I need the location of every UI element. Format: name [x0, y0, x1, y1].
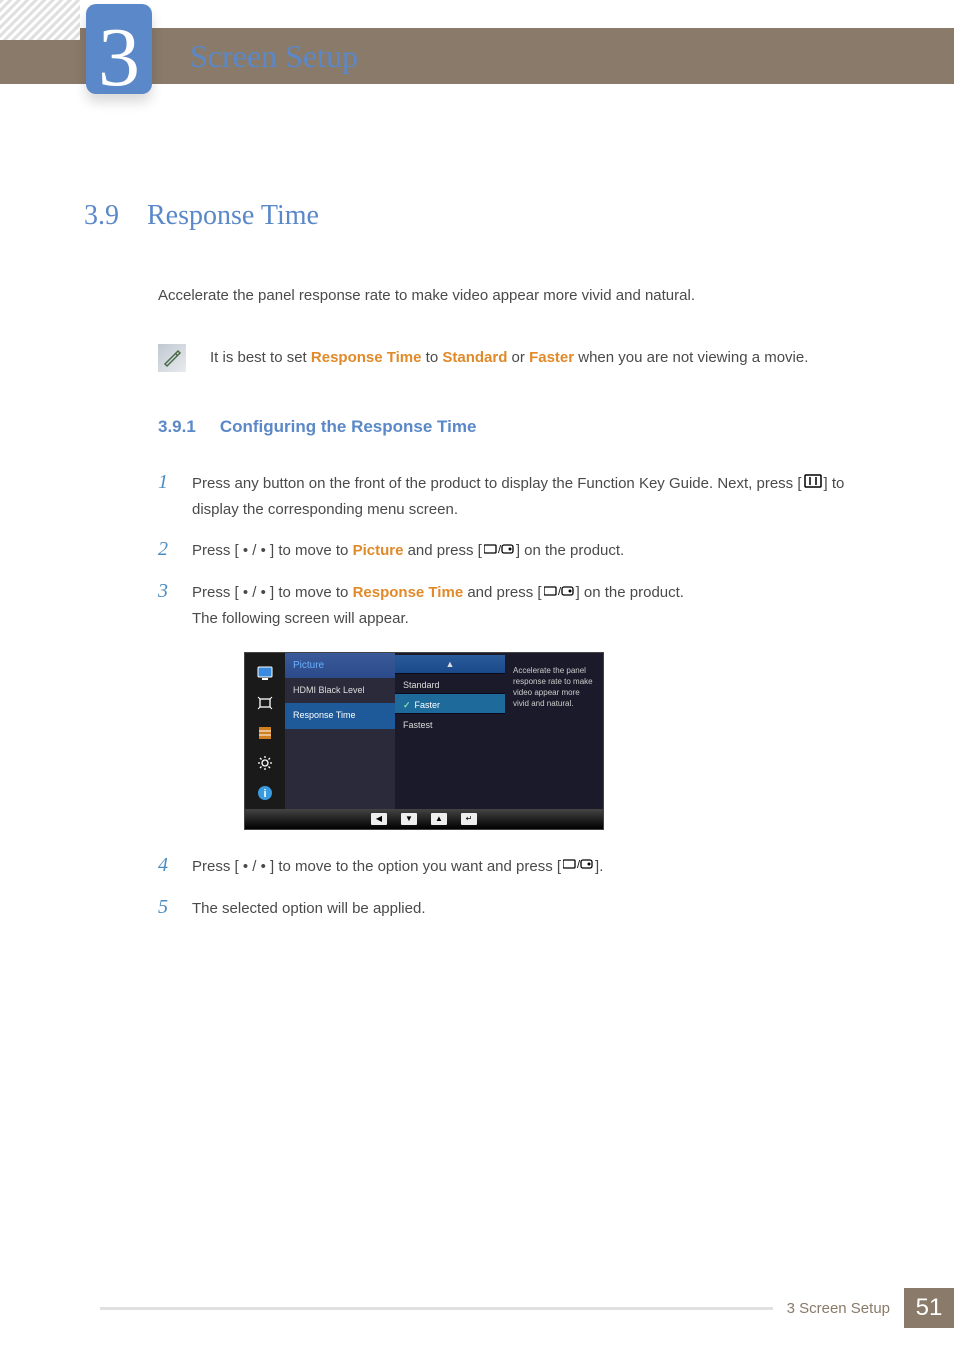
- section-number: 3.9: [84, 195, 119, 237]
- nav-enter-icon: ↵: [461, 813, 477, 825]
- osd-scroll-up-icon: ▲: [395, 655, 505, 673]
- osd-help-text: Accelerate the panel response rate to ma…: [505, 653, 603, 809]
- section-intro: Accelerate the panel response rate to ma…: [158, 285, 854, 308]
- footer-rule: [100, 1307, 773, 1310]
- page-number: 51: [904, 1288, 954, 1328]
- picture-tab-icon: [253, 661, 277, 685]
- section-title: Response Time: [147, 195, 319, 237]
- step-number: 4: [158, 850, 172, 880]
- osd-menu-title: Picture: [285, 653, 395, 678]
- note-icon: [158, 344, 186, 372]
- source-enter-icon: /: [544, 581, 574, 607]
- subsection-title: Configuring the Response Time: [220, 414, 477, 440]
- nav-up-icon: ▲: [431, 813, 447, 825]
- source-enter-icon: /: [563, 854, 593, 880]
- decorative-stripes: [0, 0, 80, 40]
- note-text: It is best to set Response Time to Stand…: [210, 344, 808, 370]
- step-text: Press any button on the front of the pro…: [192, 471, 854, 522]
- page-content: 3.9 Response Time Accelerate the panel r…: [0, 0, 954, 922]
- subsection-heading: 3.9.1 Configuring the Response Time: [158, 414, 854, 440]
- osd-option: Standard: [395, 673, 505, 693]
- step-number: 2: [158, 534, 172, 564]
- info-tab-icon: i: [253, 781, 277, 805]
- note: It is best to set Response Time to Stand…: [158, 344, 854, 372]
- osd-option-selected: ✓Faster: [395, 693, 505, 713]
- step-number: 5: [158, 892, 172, 922]
- footer-chapter-label: 3 Screen Setup: [787, 1300, 890, 1317]
- osd-nav-hints: ◀ ▼ ▲ ↵: [245, 809, 603, 829]
- menu-icon: [804, 471, 822, 497]
- step-number: 3: [158, 576, 172, 606]
- osd-panel: i Picture HDMI Black Level Response Time…: [244, 652, 604, 830]
- step-3: 3 Press [ • / • ] to move to Response Ti…: [158, 576, 854, 631]
- osd-tab-strip: i: [245, 653, 285, 809]
- step-text: The selected option will be applied.: [192, 896, 854, 922]
- step-text: Press [ • / • ] to move to Picture and p…: [192, 538, 854, 564]
- step-1: 1 Press any button on the front of the p…: [158, 467, 854, 522]
- nav-left-icon: ◀: [371, 813, 387, 825]
- chapter-badge: 3: [86, 4, 152, 94]
- osd-menu-item: HDMI Black Level: [285, 678, 395, 704]
- step-text: Press [ • / • ] to move to the option yo…: [192, 854, 854, 880]
- section-heading: 3.9 Response Time: [84, 195, 854, 237]
- subsection-number: 3.9.1: [158, 414, 196, 440]
- page-footer: 3 Screen Setup 51: [100, 1286, 954, 1330]
- osd-options-list: ▲ Standard ✓Faster Fastest: [395, 653, 505, 809]
- step-4: 4 Press [ • / • ] to move to the option …: [158, 850, 854, 880]
- chapter-title: Screen Setup: [190, 38, 358, 75]
- step-text: Press [ • / • ] to move to Response Time…: [192, 580, 854, 631]
- source-enter-icon: /: [484, 539, 514, 565]
- step-5: 5 The selected option will be applied.: [158, 892, 854, 922]
- osd-screenshot: i Picture HDMI Black Level Response Time…: [244, 652, 854, 830]
- nav-down-icon: ▼: [401, 813, 417, 825]
- options-tab-icon: [253, 721, 277, 745]
- osd-option: Fastest: [395, 713, 505, 733]
- svg-text:i: i: [263, 788, 266, 800]
- osd-menu-list: Picture HDMI Black Level Response Time: [285, 653, 395, 809]
- chapter-number: 3: [98, 29, 140, 88]
- screen-tab-icon: [253, 691, 277, 715]
- step-number: 1: [158, 467, 172, 497]
- step-2: 2 Press [ • / • ] to move to Picture and…: [158, 534, 854, 564]
- osd-menu-item-selected: Response Time: [285, 703, 395, 729]
- settings-tab-icon: [253, 751, 277, 775]
